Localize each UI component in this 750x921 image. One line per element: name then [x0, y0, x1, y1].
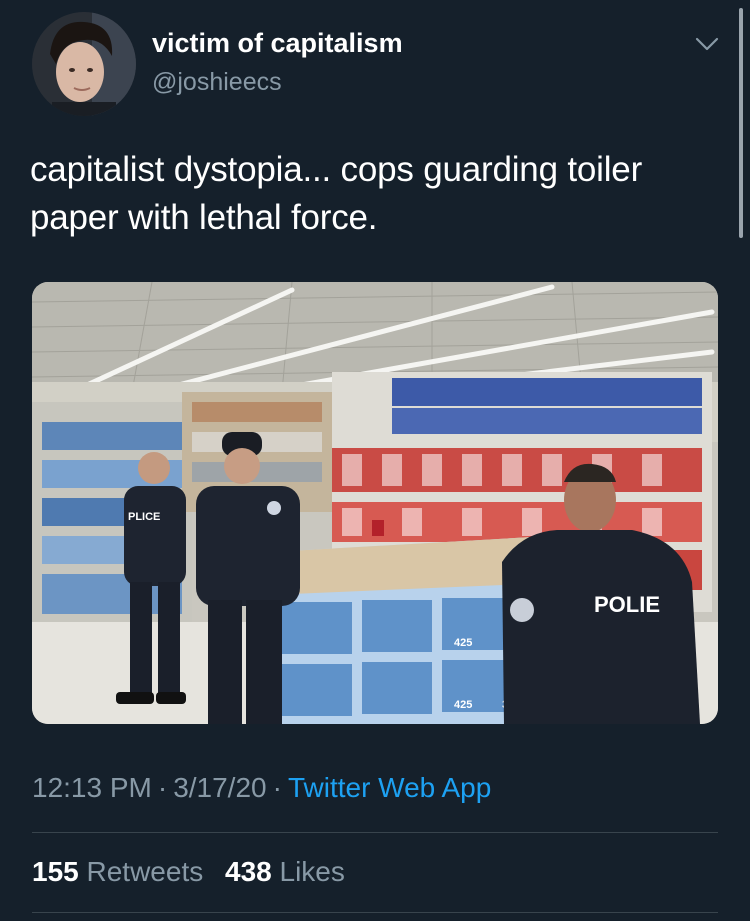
likes-stat[interactable]: 438 Likes [225, 856, 345, 887]
divider [32, 912, 718, 913]
retweets-label: Retweets [86, 856, 204, 887]
separator: · [157, 772, 168, 803]
likes-label: Likes [279, 856, 345, 887]
tweet-stats: 155 Retweets 438 Likes [32, 856, 359, 888]
avatar[interactable] [32, 12, 136, 116]
tweet-text: capitalist dystopia... cops guarding toi… [30, 150, 643, 237]
pack-count-2: 425 [454, 699, 472, 711]
tweet-time[interactable]: 12:13 PM [32, 772, 152, 803]
divider [32, 832, 718, 833]
tweet-date[interactable]: 3/17/20 [173, 772, 266, 803]
photo-illustration: 425 425 30 PLICE [32, 282, 718, 724]
scrollbar[interactable] [739, 8, 743, 238]
pack-count-1: 425 [454, 637, 472, 649]
likes-count: 438 [225, 856, 272, 887]
tweet-detail: victim of capitalism @joshieecs capitali… [0, 0, 750, 921]
retweets-count: 155 [32, 856, 79, 887]
tweet-photo[interactable]: 425 425 30 PLICE [32, 282, 718, 724]
tweet-menu-button[interactable] [694, 34, 720, 54]
retweets-stat[interactable]: 155 Retweets [32, 856, 203, 887]
avatar-image [32, 12, 136, 116]
vest-text-right: POLIE [594, 592, 660, 617]
user-handle[interactable]: @joshieecs [152, 68, 282, 97]
chevron-down-icon [695, 37, 719, 51]
vest-text-left: PLICE [128, 511, 160, 523]
tweet-meta: 12:13 PM · 3/17/20 · Twitter Web App [32, 772, 491, 804]
display-name[interactable]: victim of capitalism [152, 28, 403, 59]
separator: · [272, 772, 282, 803]
tweet-source-link[interactable]: Twitter Web App [288, 772, 491, 803]
